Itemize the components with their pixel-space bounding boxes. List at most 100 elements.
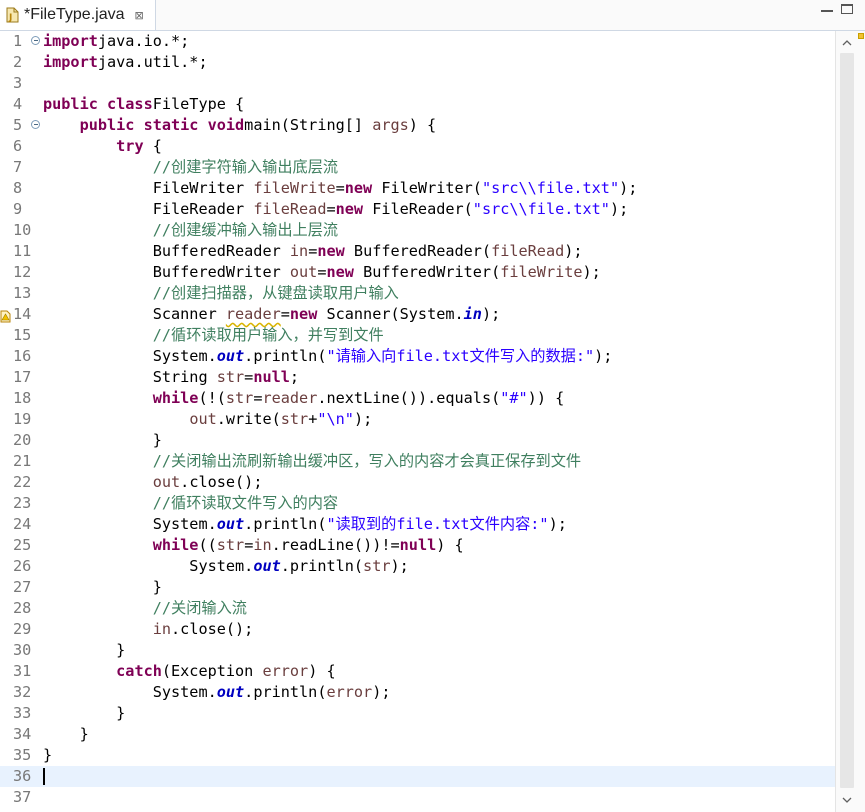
fold-collapse-icon[interactable]: [31, 36, 40, 45]
code-area[interactable]: 1 importjava.io.*; 2 importjava.util.*; 3 4 pu…: [0, 31, 835, 808]
line-number: 3: [13, 74, 23, 92]
code-line[interactable]: 9 FileReader fileRead=new FileReader("sr…: [0, 199, 835, 220]
code-token: try: [116, 137, 144, 155]
code-line[interactable]: 31 catch(Exception error) {: [0, 661, 835, 682]
line-number: 18: [13, 389, 32, 407]
scrollbar-thumb[interactable]: [840, 53, 854, 788]
code-token: in: [152, 620, 172, 638]
code-line[interactable]: 36: [0, 766, 835, 787]
tab-filetype-java[interactable]: J *FileType.java ⊠: [0, 0, 156, 30]
code-line[interactable]: 35}: [0, 745, 835, 766]
code-text: }: [43, 641, 126, 659]
code-token: "\n": [317, 410, 354, 428]
code-line[interactable]: 20 }: [0, 430, 835, 451]
code-token: in: [289, 242, 309, 260]
java-code-editor[interactable]: 1 importjava.io.*; 2 importjava.util.*; 3 4 pu…: [0, 31, 835, 812]
code-token: new: [326, 263, 354, 281]
code-text: String str=null;: [43, 368, 300, 386]
code-line[interactable]: 15 //循环读取用户输入，并写到文件: [0, 325, 835, 346]
code-line[interactable]: 16 System.out.println("请输入向file.txt文件写入的…: [0, 346, 835, 367]
tab-close-icon[interactable]: ⊠: [135, 10, 144, 21]
line-number: 20: [13, 431, 32, 449]
code-line[interactable]: 23 //循环读取文件写入的内容: [0, 493, 835, 514]
code-text: }: [43, 431, 162, 449]
code-token: fileRead: [253, 200, 327, 218]
line-number: 19: [13, 410, 32, 428]
line-number: 13: [13, 284, 32, 302]
warning-marker-icon[interactable]: [0, 308, 11, 323]
code-token: out: [216, 683, 245, 701]
code-line[interactable]: 1 importjava.io.*;: [0, 31, 835, 52]
code-token: "src\\file.txt": [481, 179, 620, 197]
code-token: "读取到的file.txt文件内容:": [326, 515, 549, 533]
tab-title: *FileType.java: [24, 6, 125, 23]
code-line[interactable]: 32 System.out.println(error);: [0, 682, 835, 703]
code-line[interactable]: 18 while(!(str=reader.nextLine()).equals…: [0, 388, 835, 409]
minimize-icon[interactable]: [821, 4, 833, 12]
code-line[interactable]: 28 //关闭输入流: [0, 598, 835, 619]
code-line[interactable]: 8 FileWriter fileWrite=new FileWriter("s…: [0, 178, 835, 199]
line-number: 24: [13, 515, 32, 533]
code-token: "src\\file.txt": [472, 200, 610, 218]
code-token: "请输入向file.txt文件写入的数据:": [326, 347, 595, 365]
code-line[interactable]: 27 }: [0, 577, 835, 598]
code-line[interactable]: 26 System.out.println(str);: [0, 556, 835, 577]
code-line[interactable]: 19 out.write(str+"\n");: [0, 409, 835, 430]
line-number: 27: [13, 578, 32, 596]
vertical-scrollbar[interactable]: [835, 31, 865, 812]
code-line[interactable]: 5 public static voidmain(String[] args) …: [0, 115, 835, 136]
code-line[interactable]: 11 BufferedReader in=new BufferedReader(…: [0, 241, 835, 262]
line-number: 9: [13, 200, 23, 218]
maximize-icon[interactable]: [841, 4, 853, 14]
code-token: //创建字符输入输出底层流: [152, 158, 339, 176]
code-text: public classFileType {: [43, 95, 245, 113]
code-text: //创建扫描器，从键盘读取用户输入: [43, 283, 399, 304]
code-token: //关闭输出流刷新输出缓冲区，写入的内容才会真正保存到文件: [152, 452, 582, 470]
code-line[interactable]: 30 }: [0, 640, 835, 661]
fold-collapse-icon[interactable]: [31, 120, 40, 129]
code-token: out: [189, 410, 217, 428]
code-token: in: [253, 536, 272, 554]
code-line[interactable]: 4 public classFileType {: [0, 94, 835, 115]
warning-overview-marker[interactable]: [858, 33, 864, 39]
code-token: reader: [262, 389, 318, 407]
code-text: }: [43, 746, 53, 764]
code-line[interactable]: 33 }: [0, 703, 835, 724]
code-line[interactable]: 14 Scanner reader=new Scanner(System.in)…: [0, 304, 835, 325]
line-number: 8: [13, 179, 23, 197]
code-token: args: [372, 116, 409, 134]
code-token: error: [326, 683, 373, 701]
code-token: out: [216, 515, 245, 533]
code-line[interactable]: 7 //创建字符输入输出底层流: [0, 157, 835, 178]
editor-tab-bar: J *FileType.java ⊠: [0, 0, 865, 31]
code-text: }: [43, 578, 162, 596]
line-number: 7: [13, 158, 23, 176]
code-line[interactable]: 2 importjava.util.*;: [0, 52, 835, 73]
scroll-down-icon[interactable]: [838, 792, 856, 808]
code-token: public class: [43, 95, 153, 113]
code-line[interactable]: 10 //创建缓冲输入输出上层流: [0, 220, 835, 241]
code-line[interactable]: 6 try {: [0, 136, 835, 157]
code-token: str: [225, 389, 254, 407]
code-line[interactable]: 12 BufferedWriter out=new BufferedWriter…: [0, 262, 835, 283]
code-line[interactable]: 13 //创建扫描器，从键盘读取用户输入: [0, 283, 835, 304]
code-text: //关闭输入流: [43, 598, 247, 619]
code-token: null: [253, 368, 290, 386]
code-line[interactable]: 3: [0, 73, 835, 94]
code-line[interactable]: 34 }: [0, 724, 835, 745]
code-text: }: [43, 725, 89, 743]
code-line[interactable]: 37: [0, 787, 835, 808]
code-line[interactable]: 29 in.close();: [0, 619, 835, 640]
code-line[interactable]: 24 System.out.println("读取到的file.txt文件内容:…: [0, 514, 835, 535]
code-line[interactable]: 22 out.close();: [0, 472, 835, 493]
code-text: in.close();: [152, 620, 254, 638]
line-number: 35: [13, 746, 32, 764]
code-token: new: [289, 305, 318, 323]
code-token: while: [152, 536, 199, 554]
scroll-up-icon[interactable]: [838, 35, 856, 51]
code-line[interactable]: 25 while((str=in.readLine())!=null) {: [0, 535, 835, 556]
code-token: catch: [116, 662, 162, 680]
code-line[interactable]: 17 String str=null;: [0, 367, 835, 388]
code-text: public static voidmain(String[] args) {: [79, 116, 437, 134]
code-line[interactable]: 21 //关闭输出流刷新输出缓冲区，写入的内容才会真正保存到文件: [0, 451, 835, 472]
